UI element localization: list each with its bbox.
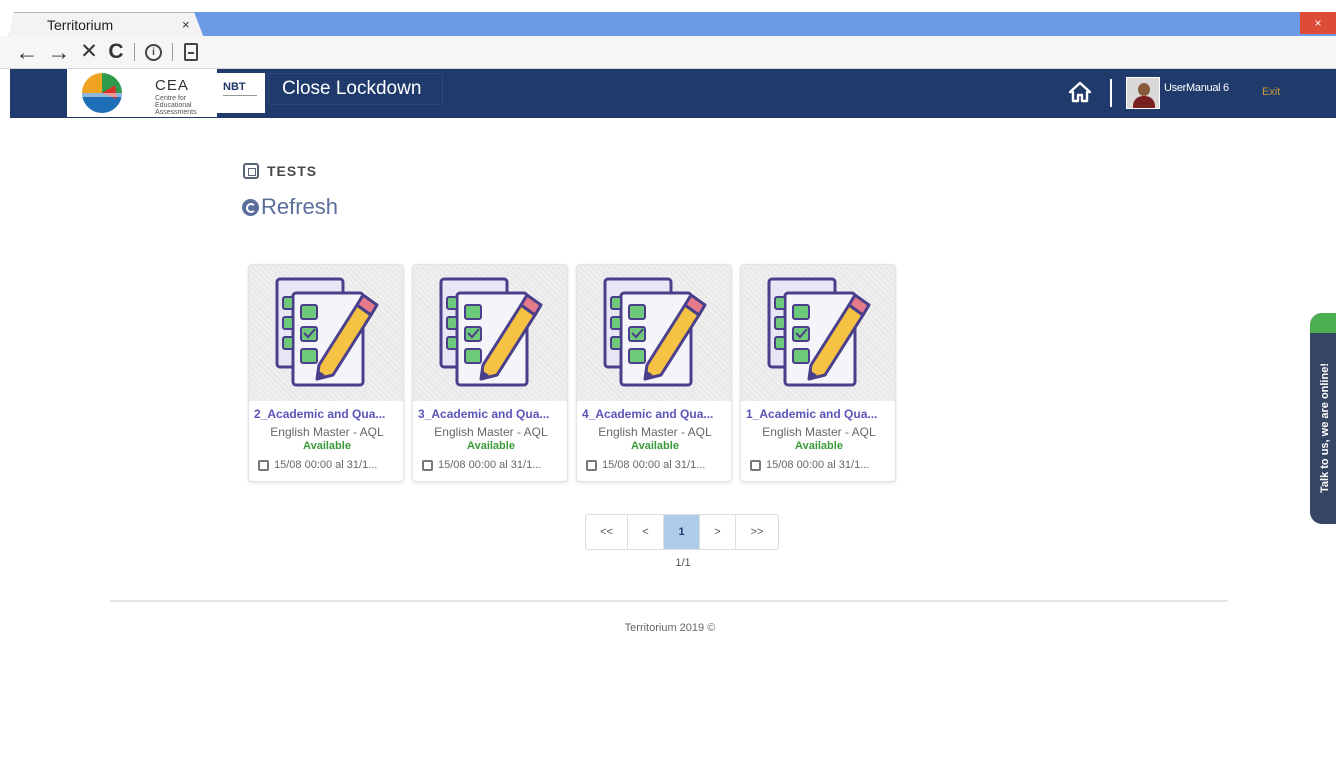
footer-divider bbox=[110, 600, 1228, 602]
tab-title: Territorium bbox=[47, 17, 114, 33]
card-date-text: 15/08 00:00 al 31/1... bbox=[766, 459, 870, 471]
nbt-logo: NBT bbox=[217, 73, 265, 113]
card-title[interactable]: 3_Academic and Qua... bbox=[418, 407, 567, 421]
browser-toolbar: ← → ✕ C i bbox=[0, 36, 1336, 69]
checklist-pencil-icon bbox=[439, 277, 543, 387]
first-page-button[interactable]: << bbox=[586, 515, 628, 549]
calendar-icon bbox=[258, 459, 269, 471]
nbt-logo-lines bbox=[223, 95, 257, 107]
home-icon[interactable] bbox=[1068, 81, 1092, 103]
test-card[interactable]: 4_Academic and Qua... English Master - A… bbox=[576, 264, 732, 482]
chat-widget-tab[interactable]: Talk to us, we are online! bbox=[1310, 313, 1336, 524]
card-status: Available bbox=[303, 440, 351, 452]
header-separator bbox=[1110, 79, 1112, 107]
checklist-pencil-icon bbox=[767, 277, 871, 387]
card-image bbox=[741, 265, 895, 401]
cea-logo: CEA Centre for Educational Assessments bbox=[67, 69, 217, 117]
card-title[interactable]: 2_Academic and Qua... bbox=[254, 407, 403, 421]
checklist-pencil-icon bbox=[603, 277, 707, 387]
card-status: Available bbox=[631, 440, 679, 452]
card-date: 15/08 00:00 al 31/1... bbox=[258, 459, 377, 471]
card-date: 15/08 00:00 al 31/1... bbox=[750, 459, 869, 471]
card-date-text: 15/08 00:00 al 31/1... bbox=[274, 459, 378, 471]
card-date-text: 15/08 00:00 al 31/1... bbox=[602, 459, 706, 471]
page-count: 1/1 bbox=[675, 557, 691, 569]
chat-label: Talk to us, we are online! bbox=[1319, 363, 1331, 493]
card-subtitle: English Master - AQL bbox=[762, 425, 876, 439]
test-card[interactable]: 3_Academic and Qua... English Master - A… bbox=[412, 264, 568, 482]
app-header: CEA Centre for Educational Assessments N… bbox=[10, 69, 1336, 118]
card-date: 15/08 00:00 al 31/1... bbox=[586, 459, 705, 471]
cea-logo-title: CEA bbox=[155, 77, 189, 94]
card-image bbox=[249, 265, 403, 401]
tests-heading: TESTS bbox=[243, 163, 317, 179]
calendar-icon bbox=[750, 459, 761, 471]
card-subtitle: English Master - AQL bbox=[598, 425, 712, 439]
cea-logo-subtitle: Centre for Educational Assessments bbox=[155, 95, 197, 116]
last-page-button[interactable]: >> bbox=[736, 515, 778, 549]
card-subtitle: English Master - AQL bbox=[434, 425, 548, 439]
window-close-button[interactable]: × bbox=[1300, 12, 1336, 34]
next-page-button[interactable]: > bbox=[700, 515, 736, 549]
avatar[interactable] bbox=[1126, 77, 1160, 109]
calendar-icon bbox=[586, 459, 597, 471]
tab-strip bbox=[192, 12, 1336, 36]
page-1-button[interactable]: 1 bbox=[664, 515, 700, 549]
checklist-pencil-icon bbox=[275, 277, 379, 387]
tab-close-icon[interactable]: × bbox=[182, 17, 190, 32]
browser-tab-bar: Territorium × × bbox=[0, 0, 1336, 38]
browser-tab[interactable]: Territorium × bbox=[8, 12, 204, 38]
close-lockdown-button[interactable]: Close Lockdown bbox=[268, 73, 443, 105]
refresh-link[interactable]: Refresh bbox=[242, 194, 338, 220]
avatar-head bbox=[1138, 83, 1150, 96]
page-icon[interactable] bbox=[184, 43, 198, 61]
refresh-icon bbox=[242, 198, 259, 216]
test-card[interactable]: 2_Academic and Qua... English Master - A… bbox=[248, 264, 404, 482]
chat-status-cap bbox=[1310, 313, 1336, 333]
card-title[interactable]: 1_Academic and Qua... bbox=[746, 407, 895, 421]
cea-logo-icon bbox=[79, 73, 127, 113]
tests-icon bbox=[243, 163, 259, 179]
refresh-label: Refresh bbox=[261, 194, 339, 219]
user-name[interactable]: UserManual 6 bbox=[1164, 82, 1229, 94]
card-title[interactable]: 4_Academic and Qua... bbox=[582, 407, 731, 421]
card-date-text: 15/08 00:00 al 31/1... bbox=[438, 459, 542, 471]
exit-link[interactable]: Exit bbox=[1262, 86, 1280, 98]
card-date: 15/08 00:00 al 31/1... bbox=[422, 459, 541, 471]
card-image bbox=[413, 265, 567, 401]
tests-label: TESTS bbox=[267, 163, 318, 179]
calendar-icon bbox=[422, 459, 433, 471]
toolbar-separator bbox=[172, 43, 173, 61]
pagination: << < 1 > >> bbox=[585, 514, 779, 550]
info-icon[interactable]: i bbox=[145, 44, 162, 61]
reload-icon[interactable]: C bbox=[105, 38, 127, 66]
forward-icon[interactable]: → bbox=[46, 38, 72, 66]
card-subtitle: English Master - AQL bbox=[270, 425, 384, 439]
prev-page-button[interactable]: < bbox=[628, 515, 664, 549]
back-icon[interactable]: ← bbox=[14, 38, 40, 66]
card-status: Available bbox=[795, 440, 843, 452]
avatar-body bbox=[1133, 96, 1155, 108]
toolbar-separator bbox=[134, 43, 135, 61]
nbt-logo-text: NBT bbox=[223, 81, 246, 93]
card-status: Available bbox=[467, 440, 515, 452]
card-image bbox=[577, 265, 731, 401]
test-card[interactable]: 1_Academic and Qua... English Master - A… bbox=[740, 264, 896, 482]
footer-text: Territorium 2019 © bbox=[624, 622, 716, 634]
stop-icon[interactable]: ✕ bbox=[78, 38, 100, 66]
